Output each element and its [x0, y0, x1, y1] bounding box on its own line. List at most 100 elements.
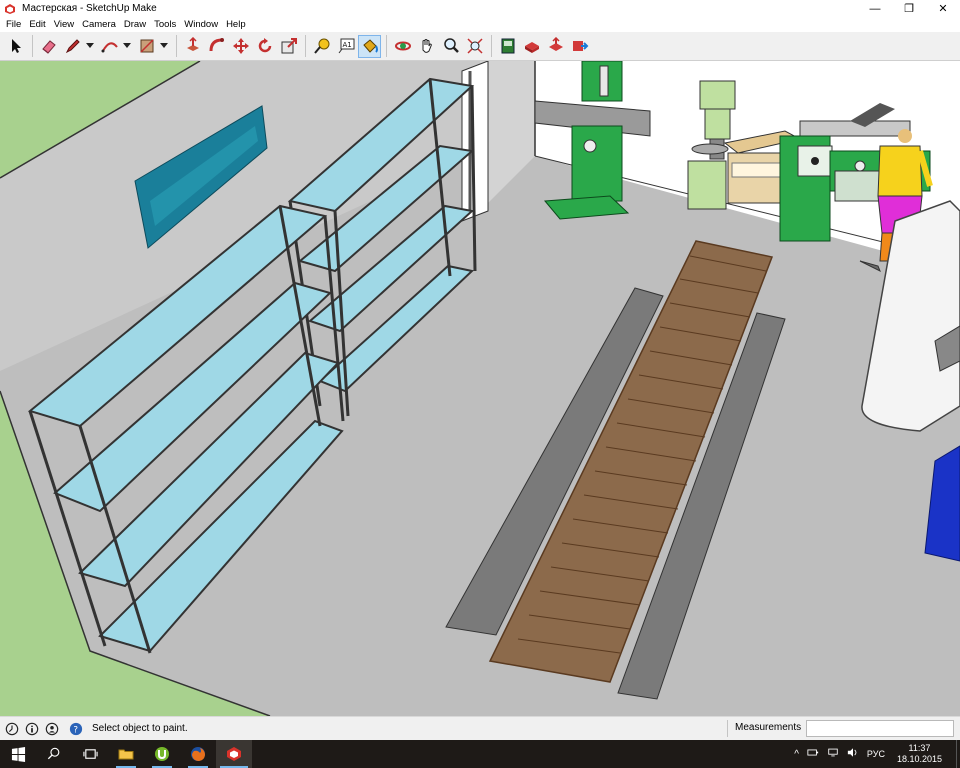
line-tool-dropdown[interactable] — [85, 35, 95, 58]
menu-help[interactable]: Help — [222, 17, 250, 32]
paint-bucket-icon — [362, 39, 378, 53]
clock-date: 18.10.2015 — [896, 754, 942, 764]
menu-window[interactable]: Window — [180, 17, 222, 32]
maximize-button[interactable]: ❐ — [892, 0, 926, 17]
arc-tool-dropdown[interactable] — [122, 35, 132, 58]
show-desktop-button[interactable] — [956, 740, 960, 768]
toolbar-separator — [176, 35, 177, 57]
toolbar-separator — [491, 35, 492, 57]
rotate-icon — [258, 38, 271, 53]
toolbar-separator — [32, 35, 33, 57]
network-icon[interactable] — [827, 748, 839, 760]
sketchup-logo-icon — [5, 3, 15, 14]
zoom-extents-tool[interactable] — [463, 35, 486, 58]
svg-text:?: ? — [73, 725, 78, 735]
measurements-input[interactable] — [806, 720, 954, 737]
geo-location-status[interactable] — [4, 721, 20, 737]
status-message: Select object to paint. — [92, 723, 188, 734]
volume-icon[interactable] — [847, 748, 859, 760]
tape-measure-tool[interactable] — [310, 35, 333, 58]
follow-me-tool[interactable] — [205, 35, 228, 58]
rectangle-tool[interactable] — [135, 35, 158, 58]
select-tool[interactable] — [4, 35, 27, 58]
clock-time: 11:37 — [908, 743, 931, 753]
search-button[interactable] — [36, 740, 72, 768]
measurements-label: Measurements — [735, 722, 802, 733]
share-model-icon — [548, 37, 563, 51]
paint-bucket-tool[interactable] — [358, 34, 381, 58]
start-button[interactable] — [0, 740, 36, 768]
text-tool[interactable]: A1 — [334, 35, 357, 58]
move-tool[interactable] — [229, 35, 252, 58]
utorrent-button[interactable] — [144, 740, 180, 768]
file-explorer-button[interactable] — [108, 740, 144, 768]
chevron-down-icon — [123, 43, 131, 48]
geo-location-icon — [5, 722, 19, 735]
scale-icon — [281, 38, 297, 54]
windows-taskbar: ^ РУС 11:37 18.10.2015 — [0, 740, 960, 768]
menu-view[interactable]: View — [50, 17, 78, 32]
rectangle-tool-dropdown[interactable] — [159, 35, 169, 58]
scene-canvas — [0, 61, 960, 716]
push-pull-tool[interactable] — [181, 35, 204, 58]
menu-edit[interactable]: Edit — [25, 17, 49, 32]
zoom-tool[interactable] — [439, 35, 462, 58]
eraser-icon — [41, 40, 56, 54]
battery-icon[interactable] — [807, 748, 819, 760]
utorrent-icon — [155, 747, 169, 761]
sign-in-status[interactable] — [44, 721, 60, 737]
task-view-icon — [82, 748, 98, 759]
magnifier-icon — [443, 38, 459, 53]
user-icon — [45, 722, 59, 735]
modeling-viewport[interactable] — [0, 61, 960, 716]
share-model-tool[interactable] — [544, 35, 567, 58]
battery-glyph — [807, 749, 819, 756]
language-indicator[interactable]: РУС — [867, 749, 885, 759]
scale-tool[interactable] — [277, 35, 300, 58]
rotate-tool[interactable] — [253, 35, 276, 58]
taskbar-clock[interactable]: 11:37 18.10.2015 — [897, 743, 942, 765]
instructor-status[interactable]: ? — [68, 721, 84, 737]
move-icon — [232, 38, 249, 54]
push-pull-icon — [186, 37, 199, 51]
menu-tools[interactable]: Tools — [150, 17, 180, 32]
line-tool[interactable] — [61, 35, 84, 58]
sketchup-taskbar-button[interactable] — [216, 740, 252, 768]
window-title: Мастерская - SketchUp Make — [22, 3, 157, 14]
folder-icon — [118, 749, 134, 760]
credits-status[interactable] — [24, 721, 40, 737]
tray-overflow-chevron[interactable]: ^ — [794, 749, 799, 760]
rectangle-icon — [139, 39, 154, 53]
minimize-button[interactable]: — — [858, 0, 892, 17]
arrow-cursor-icon — [11, 39, 21, 53]
get-models-tool[interactable] — [520, 35, 543, 58]
status-separator — [727, 720, 728, 737]
menu-draw[interactable]: Draw — [120, 17, 150, 32]
chevron-down-icon — [86, 43, 94, 48]
system-tray: ^ РУС 11:37 18.10.2015 — [794, 740, 960, 768]
eraser-tool[interactable] — [37, 35, 60, 58]
svg-text:A1: A1 — [342, 41, 351, 49]
pan-tool[interactable] — [415, 35, 438, 58]
follow-me-icon — [209, 38, 224, 52]
menu-bar: File Edit View Camera Draw Tools Window … — [0, 17, 960, 32]
orbit-icon — [394, 41, 411, 51]
warehouse-tool[interactable] — [496, 35, 519, 58]
close-button[interactable]: ✕ — [926, 0, 960, 17]
toolbar-separator — [386, 35, 387, 57]
sketchup-icon — [227, 747, 241, 761]
sketchup-window: Мастерская - SketchUp Make — ❐ ✕ File Ed… — [0, 0, 960, 768]
extension-warehouse-tool[interactable] — [568, 35, 591, 58]
get-models-icon — [524, 42, 539, 53]
task-view-button[interactable] — [72, 740, 108, 768]
chevron-down-icon — [160, 43, 168, 48]
toolbar-separator — [305, 35, 306, 57]
orbit-tool[interactable] — [391, 35, 414, 58]
menu-camera[interactable]: Camera — [78, 17, 120, 32]
menu-file[interactable]: File — [2, 17, 25, 32]
pencil-icon — [65, 39, 80, 54]
arc-tool[interactable] — [98, 35, 121, 58]
firefox-button[interactable] — [180, 740, 216, 768]
hand-icon — [422, 39, 432, 53]
speaker-glyph — [847, 748, 857, 757]
